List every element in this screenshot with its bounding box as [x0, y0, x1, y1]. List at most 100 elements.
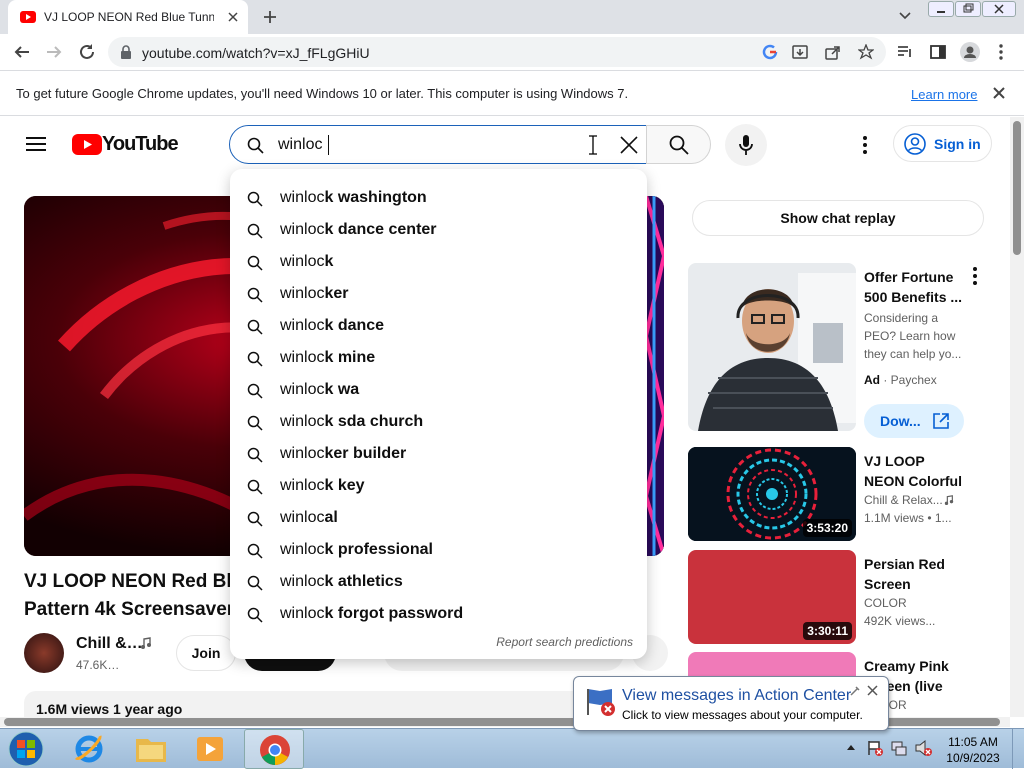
media-player-icon[interactable]	[195, 735, 225, 763]
suggestion-text: winlocal	[280, 509, 338, 527]
suggestion-item[interactable]: winlock	[230, 247, 647, 279]
ad-sponsor: Ad · Paychex	[864, 373, 937, 387]
channel-avatar[interactable]	[24, 633, 64, 673]
suggestion-item[interactable]: winlock dance center	[230, 215, 647, 247]
restore-icon[interactable]	[955, 1, 981, 17]
chrome-menu-icon[interactable]	[998, 44, 1004, 60]
suggestion-item[interactable]: winlocker builder	[230, 439, 647, 471]
recommendation-card[interactable]: 3:53:20 VJ LOOP NEON Colorful Tunn... Ch…	[688, 447, 1006, 541]
suggestion-item[interactable]: winlock dance	[230, 311, 647, 343]
suggestion-completion: k key	[324, 477, 365, 494]
suggestion-text: winlock key	[280, 477, 365, 495]
suggestion-completion: k professional	[324, 541, 433, 558]
suggestion-completion: k mine	[324, 349, 376, 366]
show-hidden-icons-icon[interactable]	[846, 743, 856, 751]
action-center-balloon[interactable]: View messages in Action Center Click to …	[573, 676, 889, 731]
address-bar[interactable]: youtube.com/watch?v=xJ_fFLgGHiU	[108, 37, 886, 67]
learn-more-link[interactable]: Learn more	[911, 87, 977, 102]
show-desktop-button[interactable]	[1012, 729, 1024, 769]
search-input[interactable]: winloc	[229, 125, 647, 164]
suggestion-search-icon	[247, 319, 263, 335]
suggestion-typed: winloc	[280, 189, 325, 206]
youtube-logo[interactable]: YouTube	[72, 132, 179, 156]
bookmark-star-icon[interactable]	[858, 44, 874, 60]
url-text: youtube.com/watch?v=xJ_fFLgGHiU	[142, 45, 370, 61]
system-clock[interactable]: 11:05 AM 10/9/2023	[938, 734, 1008, 766]
file-explorer-icon[interactable]	[134, 733, 168, 765]
suggestion-item[interactable]: winlock washington	[230, 183, 647, 215]
suggestion-typed: winloc	[280, 221, 325, 238]
description-box[interactable]: 1.6M views 1 year ago	[24, 691, 664, 717]
close-tab-icon[interactable]	[226, 10, 240, 24]
internet-explorer-icon[interactable]	[72, 732, 106, 766]
suggestion-item[interactable]: winlocal	[230, 503, 647, 535]
suggestion-completion: ker	[324, 285, 349, 302]
search-icon	[669, 135, 689, 155]
youtube-page: YouTube winloc Sign in VJ LOOP NEON Red …	[0, 117, 1010, 717]
vertical-scrollbar[interactable]	[1010, 117, 1024, 717]
suggestion-search-icon	[247, 191, 263, 207]
google-translate-icon[interactable]	[762, 44, 778, 60]
suggestion-item[interactable]: winlock wa	[230, 375, 647, 407]
voice-search-button[interactable]	[725, 124, 767, 166]
scrollbar-thumb[interactable]	[1013, 121, 1021, 255]
channel-name[interactable]: Chill &…	[76, 635, 143, 653]
sign-in-button[interactable]: Sign in	[893, 125, 992, 162]
lock-icon[interactable]	[120, 45, 132, 59]
start-button-icon[interactable]	[6, 730, 46, 768]
suggestion-item[interactable]: winlock professional	[230, 535, 647, 567]
video-thumbnail[interactable]: 3:53:20	[688, 447, 856, 541]
suggestion-item[interactable]: winlock mine	[230, 343, 647, 375]
chrome-taskbar-button[interactable]	[244, 729, 304, 769]
suggestion-item[interactable]: winlocker	[230, 279, 647, 311]
install-icon[interactable]	[792, 44, 808, 60]
balloon-options-icon[interactable]	[849, 685, 861, 697]
network-icon[interactable]	[890, 739, 908, 757]
suggestion-search-icon	[247, 287, 263, 303]
media-queue-icon[interactable]	[897, 45, 913, 59]
suggestion-search-icon	[247, 383, 263, 399]
ad-badge: Ad	[864, 373, 880, 387]
balloon-close-icon[interactable]	[867, 685, 878, 696]
video-thumbnail[interactable]: 3:30:11	[688, 550, 856, 644]
action-center-tray-icon[interactable]	[866, 739, 884, 757]
suggestion-completion: al	[324, 509, 338, 526]
share-icon[interactable]	[825, 44, 841, 60]
clear-search-icon[interactable]	[619, 135, 639, 155]
new-tab-icon[interactable]	[262, 9, 278, 25]
ad-card[interactable]: Offer Fortune 500 Benefits ... Consideri…	[688, 263, 1006, 438]
side-panel-icon[interactable]	[930, 45, 946, 59]
suggestion-search-icon	[247, 223, 263, 239]
ad-cta-button[interactable]: Dow...	[864, 404, 964, 438]
profile-avatar-icon[interactable]	[960, 42, 980, 62]
ad-cta-label: Dow...	[880, 413, 921, 429]
recommendation-card[interactable]: 3:30:11 Persian Red Screen COLOR 492K vi…	[688, 550, 1006, 644]
show-chat-replay-button[interactable]: Show chat replay	[692, 200, 984, 236]
suggestion-typed: winloc	[280, 541, 325, 558]
suggestion-completion: ker builder	[324, 445, 407, 462]
browser-tab[interactable]: VJ LOOP NEON Red Blue Tunnel	[8, 0, 248, 34]
close-infobar-icon[interactable]	[992, 86, 1006, 100]
suggestion-search-icon	[247, 415, 263, 431]
hamburger-menu-icon[interactable]	[26, 136, 46, 152]
tab-search-icon[interactable]	[898, 11, 912, 21]
suggestion-text: winlocker	[280, 285, 349, 303]
suggestion-item[interactable]: winlock key	[230, 471, 647, 503]
forward-icon[interactable]	[45, 44, 63, 60]
suggestion-text: winlocker builder	[280, 445, 406, 463]
report-predictions-link[interactable]: Report search predictions	[496, 635, 633, 649]
settings-more-icon[interactable]	[862, 136, 868, 154]
suggestion-item[interactable]: winlock forgot password	[230, 599, 647, 631]
back-icon[interactable]	[13, 44, 31, 60]
volume-muted-icon[interactable]	[914, 739, 932, 757]
reload-icon[interactable]	[78, 43, 96, 61]
search-button[interactable]	[646, 125, 711, 164]
minimize-icon[interactable]	[928, 1, 954, 17]
close-window-icon[interactable]	[982, 1, 1016, 17]
ad-more-icon[interactable]	[972, 267, 978, 285]
ad-thumbnail[interactable]	[688, 263, 856, 431]
suggestion-item[interactable]: winlock sda church	[230, 407, 647, 439]
join-button[interactable]: Join	[176, 635, 236, 671]
suggestion-item[interactable]: winlock athletics	[230, 567, 647, 599]
music-note-icon	[944, 495, 954, 505]
